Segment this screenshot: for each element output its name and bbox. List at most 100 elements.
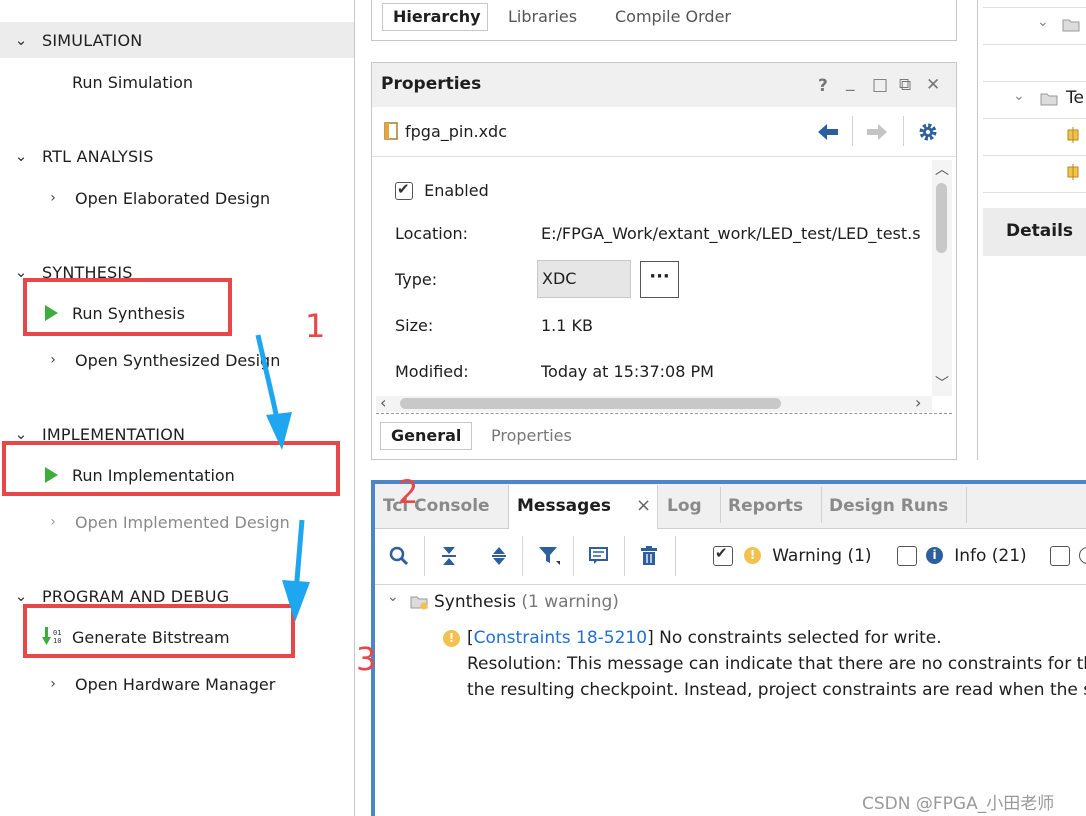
tab-properties[interactable]: Properties: [481, 422, 582, 450]
minimize-icon[interactable]: _: [846, 72, 855, 92]
expand-all-icon[interactable]: [486, 543, 512, 569]
info-checkbox[interactable]: [897, 545, 917, 566]
warning-filter-label: Warning (1): [772, 545, 872, 566]
search-icon[interactable]: [386, 543, 412, 569]
chevron-right-icon[interactable]: ›: [40, 190, 66, 206]
constraints-link[interactable]: Constraints 18-5210: [474, 628, 647, 648]
close-icon[interactable]: ✕: [926, 75, 940, 95]
properties-title: Properties: [381, 74, 482, 94]
float-icon[interactable]: ⧉: [899, 75, 911, 95]
tab-general[interactable]: General: [380, 422, 472, 450]
sources-panel: Hierarchy Libraries Compile Order: [371, 0, 957, 41]
item-label: Open Hardware Manager: [75, 674, 276, 694]
status-icon: [1079, 547, 1086, 564]
maximize-icon[interactable]: □: [872, 75, 888, 95]
details-tab[interactable]: Details: [1006, 221, 1073, 241]
chevron-right-icon[interactable]: ›: [40, 514, 66, 530]
divider: [983, 7, 1086, 8]
vertical-scroll-thumb[interactable]: [936, 183, 947, 253]
scroll-left-icon[interactable]: ‹: [380, 393, 386, 412]
info-filter[interactable]: i Info (21): [897, 545, 1027, 566]
location-label: Location:: [395, 224, 469, 243]
divider: [983, 192, 1086, 193]
open-hardware-manager-item[interactable]: › Open Hardware Manager: [40, 669, 275, 699]
tab-log[interactable]: Log: [659, 485, 719, 527]
toolbar-divider: [624, 536, 625, 576]
tab-tcl-console[interactable]: Tcl Console: [375, 485, 507, 527]
toolbar-divider: [675, 536, 676, 576]
trash-icon[interactable]: [636, 543, 662, 569]
chevron-right-icon[interactable]: ›: [40, 352, 66, 368]
chevron-down-icon[interactable]: ⌄: [1037, 14, 1049, 30]
type-more-button[interactable]: ···: [640, 261, 679, 298]
collapse-all-icon[interactable]: [436, 543, 462, 569]
warning-filter[interactable]: ! Warning (1): [713, 544, 872, 566]
tab-messages[interactable]: Messages ×: [508, 485, 658, 529]
scroll-down-icon[interactable]: ﹀: [935, 373, 949, 393]
chevron-down-icon[interactable]: ⌄: [0, 31, 42, 49]
warning-text: No constraints selected for write.: [659, 628, 942, 648]
warning-checkbox[interactable]: [713, 544, 733, 566]
section-simulation[interactable]: ⌄ SIMULATION: [0, 22, 354, 58]
section-title: RTL ANALYSIS: [42, 146, 154, 166]
warning-icon: !: [744, 547, 762, 564]
open-elaborated-design-item[interactable]: › Open Elaborated Design: [40, 183, 270, 213]
tab-reports[interactable]: Reports: [720, 485, 820, 527]
horizontal-scroll-thumb[interactable]: [400, 398, 781, 409]
port-icon: [1067, 127, 1079, 143]
arrow-2-head: [282, 580, 310, 622]
toolbar-divider: [573, 536, 574, 576]
gear-icon[interactable]: [918, 122, 938, 142]
toolbar-divider: [903, 116, 904, 146]
chevron-down-icon[interactable]: ⌄: [0, 147, 42, 165]
message-icon[interactable]: [586, 543, 612, 569]
scroll-right-icon[interactable]: ›: [915, 393, 921, 412]
type-value-field: XDC: [537, 260, 631, 298]
type-label: Type:: [395, 270, 438, 289]
resolution-text: Resolution: This message can indicate th…: [467, 654, 1086, 674]
annotation-number-2: 2: [398, 473, 419, 511]
annotation-arrows: [255, 334, 310, 622]
section-title: PROGRAM AND DEBUG: [42, 586, 230, 606]
warning-message[interactable]: [Constraints 18-5210] No constraints sel…: [467, 628, 942, 648]
chevron-down-icon[interactable]: ⌄: [1013, 88, 1025, 104]
synthesis-group[interactable]: Synthesis (1 warning): [434, 592, 619, 612]
info-icon: i: [926, 547, 944, 564]
chevron-down-icon[interactable]: ⌄: [387, 589, 399, 605]
modified-value: Today at 15:37:08 PM: [541, 362, 714, 381]
enabled-checkbox[interactable]: Enabled: [395, 180, 489, 200]
section-title: SIMULATION: [42, 30, 143, 50]
port-icon: [1067, 164, 1079, 180]
tab-compile-order[interactable]: Compile Order: [605, 3, 741, 31]
annotation-box-run-synthesis: [23, 278, 232, 336]
chevron-right-icon[interactable]: ›: [40, 676, 66, 692]
folder-icon: [1040, 93, 1058, 106]
close-icon[interactable]: ×: [636, 485, 651, 527]
location-value: E:/FPGA_Work/extant_work/LED_test/LED_te…: [541, 224, 921, 243]
xdc-file-icon: [384, 122, 398, 140]
status-filter[interactable]: [1050, 545, 1086, 566]
tab-design-runs[interactable]: Design Runs: [821, 485, 966, 527]
status-checkbox[interactable]: [1050, 545, 1070, 566]
run-simulation-item[interactable]: Run Simulation: [72, 67, 193, 97]
back-arrow-icon[interactable]: [818, 124, 838, 140]
resolution-text: the resulting checkpoint. Instead, proje…: [467, 680, 1086, 700]
project-summary-pane: ⌄ ⌄ Te Details: [977, 0, 1086, 460]
item-label: Open Elaborated Design: [75, 188, 271, 208]
filter-icon[interactable]: [536, 543, 562, 569]
tab-hierarchy[interactable]: Hierarchy: [382, 3, 488, 31]
help-icon[interactable]: ?: [818, 76, 828, 96]
tree-item-label[interactable]: Te: [1066, 88, 1084, 108]
item-label: Run Simulation: [72, 72, 193, 92]
toolbar-divider: [852, 116, 853, 146]
size-label: Size:: [395, 316, 434, 335]
tab-libraries[interactable]: Libraries: [498, 3, 587, 31]
chevron-down-icon[interactable]: ⌄: [0, 587, 42, 605]
divider: [983, 155, 1086, 156]
group-count: (1 warning): [521, 592, 619, 612]
section-rtl-analysis[interactable]: ⌄ RTL ANALYSIS: [0, 138, 354, 174]
forward-arrow-icon[interactable]: [867, 124, 887, 140]
checkbox-box[interactable]: [395, 180, 413, 200]
warning-icon: !: [443, 630, 460, 647]
scroll-up-icon[interactable]: ︿: [935, 159, 949, 179]
